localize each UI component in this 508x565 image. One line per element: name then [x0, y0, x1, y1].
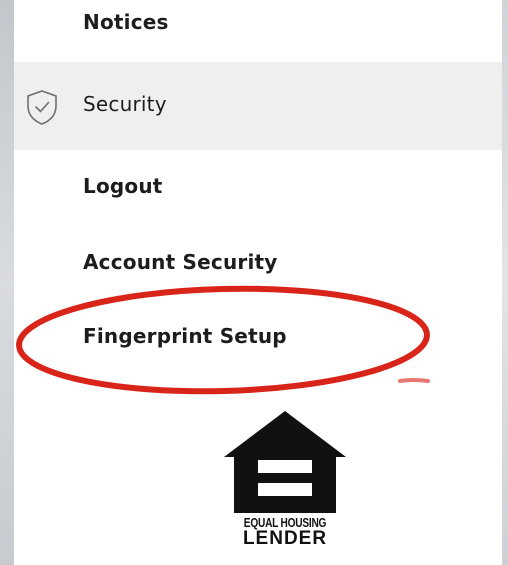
logo-text-line2: LENDER	[242, 528, 328, 549]
side-menu: Notices Security Logout Account Security…	[14, 0, 502, 565]
menu-item-security[interactable]: Security	[14, 62, 502, 150]
menu-item-logout[interactable]: Logout	[14, 165, 502, 209]
menu-item-fingerprint-setup[interactable]: Fingerprint Setup	[14, 314, 502, 362]
background-left	[0, 0, 14, 565]
menu-item-label: Security	[83, 92, 167, 116]
house-icon	[224, 411, 346, 513]
menu-item-label: Account Security	[83, 250, 278, 274]
menu-item-label: Fingerprint Setup	[83, 324, 287, 348]
shield-icon	[24, 88, 60, 126]
background-right	[502, 0, 508, 565]
menu-item-notices[interactable]: Notices	[14, 0, 502, 50]
menu-item-label: Logout	[83, 174, 163, 198]
menu-item-account-security[interactable]: Account Security	[14, 240, 502, 284]
menu-item-label: Notices	[83, 10, 169, 34]
equal-housing-lender-logo: EQUAL HOUSING LENDER	[212, 405, 358, 555]
